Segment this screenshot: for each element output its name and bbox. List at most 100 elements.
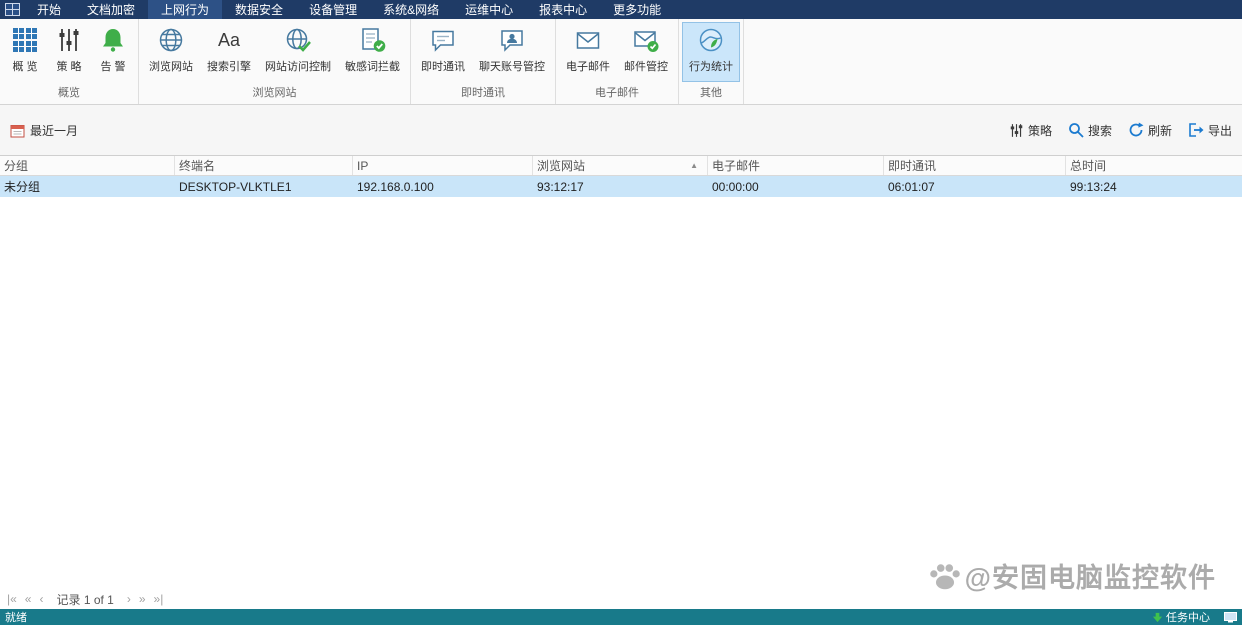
ribbon-group-browse: 浏览网站 Aa 搜索引擎 网站访问控制: [139, 19, 411, 104]
app-menu-button[interactable]: [0, 0, 24, 19]
column-header-terminal[interactable]: 终端名: [175, 156, 353, 175]
table-row[interactable]: 未分组 DESKTOP-VLKTLE1 192.168.0.100 93:12:…: [0, 176, 1242, 197]
cell-browse-time: 93:12:17: [533, 176, 708, 197]
toolbar-action-label: 导出: [1208, 122, 1232, 139]
toolbar-action-label: 刷新: [1148, 122, 1172, 139]
email-control-button[interactable]: 邮件管控: [617, 22, 675, 82]
tab-device-mgmt[interactable]: 设备管理: [296, 0, 370, 19]
statusbar-right: 任务中心: [1152, 609, 1237, 625]
status-ready-text: 就绪: [5, 609, 27, 625]
toolbar-action-label: 搜索: [1088, 122, 1112, 139]
site-access-globe-icon: [285, 27, 311, 53]
policy-sliders-icon: [56, 27, 82, 53]
alert-bell-icon: [100, 27, 126, 53]
policy-button[interactable]: 策 略: [47, 22, 91, 82]
pager-first-button[interactable]: |«: [7, 592, 17, 606]
ribbon-button-label: 即时通讯: [421, 58, 465, 74]
ribbon-button-label: 敏感词拦截: [345, 58, 400, 74]
overview-grid-icon: [12, 27, 38, 53]
ribbon-button-label: 浏览网站: [149, 58, 193, 74]
column-header-ip[interactable]: IP: [353, 156, 533, 175]
task-center-arrow-icon: [1152, 612, 1163, 623]
policy-sliders-icon: [1009, 123, 1024, 138]
search-engine-button[interactable]: Aa 搜索引擎: [200, 22, 258, 82]
date-range-filter[interactable]: 最近一月: [10, 122, 78, 139]
ribbon-button-label: 告 警: [100, 58, 125, 74]
svg-text:Aa: Aa: [218, 30, 241, 50]
ribbon-button-label: 策 略: [56, 58, 81, 74]
search-engine-font-icon: Aa: [216, 27, 242, 53]
pager-next-button[interactable]: ›: [127, 592, 131, 606]
app-menu-icon: [5, 3, 20, 16]
alert-button[interactable]: 告 警: [91, 22, 135, 82]
refresh-icon: [1128, 122, 1144, 138]
sensitive-word-doc-icon: [360, 27, 386, 53]
cell-im-time: 06:01:07: [884, 176, 1066, 197]
column-header-label: 浏览网站: [537, 157, 585, 174]
export-action-button[interactable]: 导出: [1188, 122, 1232, 139]
sensitive-word-block-button[interactable]: 敏感词拦截: [338, 22, 407, 82]
overview-button[interactable]: 概 览: [3, 22, 47, 82]
calendar-icon: [10, 123, 25, 138]
column-header-group[interactable]: 分组: [0, 156, 175, 175]
ribbon-group-label: 即时通讯: [414, 82, 552, 104]
statusbar: 就绪 任务中心: [0, 609, 1242, 625]
task-center-button[interactable]: 任务中心: [1152, 609, 1210, 625]
ribbon-button-label: 搜索引擎: [207, 58, 251, 74]
ribbon-button-label: 概 览: [12, 58, 37, 74]
search-action-button[interactable]: 搜索: [1068, 122, 1112, 139]
ribbon: 概 览 策 略 告 警 概览: [0, 19, 1242, 105]
pager-record-text: 记录 1 of 1: [56, 591, 113, 608]
column-header-label: 分组: [4, 157, 28, 174]
column-header-label: 终端名: [179, 157, 215, 174]
column-header-browse[interactable]: 浏览网站 ▲: [533, 156, 708, 175]
pager-prev-fast-button[interactable]: «: [25, 592, 32, 606]
site-access-control-button[interactable]: 网站访问控制: [258, 22, 338, 82]
pager-last-button[interactable]: »|: [154, 592, 164, 606]
tab-home[interactable]: 开始: [24, 0, 74, 19]
tab-web-behavior[interactable]: 上网行为: [148, 0, 222, 19]
email-button[interactable]: 电子邮件: [559, 22, 617, 82]
chat-account-icon: [499, 27, 525, 53]
sort-asc-icon[interactable]: ▲: [690, 161, 703, 170]
im-button[interactable]: 即时通讯: [414, 22, 472, 82]
pager-prev-button[interactable]: ‹: [39, 592, 43, 606]
cell-email-time: 00:00:00: [708, 176, 884, 197]
table-header: 分组 终端名 IP 浏览网站 ▲ 电子邮件 即时通讯 总时间: [0, 155, 1242, 176]
column-header-email[interactable]: 电子邮件: [708, 156, 884, 175]
tab-doc-encryption[interactable]: 文档加密: [74, 0, 148, 19]
date-filter-label: 最近一月: [30, 122, 78, 139]
table-empty-area: [0, 197, 1242, 589]
toolbar-actions: 策略 搜索 刷新 导出: [1009, 122, 1232, 139]
cell-group: 未分组: [0, 176, 175, 197]
tab-ops-center[interactable]: 运维中心: [452, 0, 526, 19]
pager-next-fast-button[interactable]: »: [139, 592, 146, 606]
ribbon-button-label: 行为统计: [689, 58, 733, 74]
tab-data-security[interactable]: 数据安全: [222, 0, 296, 19]
export-icon: [1188, 122, 1204, 138]
ribbon-group-other: 行为统计 其他: [679, 19, 744, 104]
cell-ip: 192.168.0.100: [353, 176, 533, 197]
cell-terminal: DESKTOP-VLKTLE1: [175, 176, 353, 197]
policy-action-button[interactable]: 策略: [1009, 122, 1052, 139]
behavior-stats-button[interactable]: 行为统计: [682, 22, 740, 82]
chat-account-control-button[interactable]: 聊天账号管控: [472, 22, 552, 82]
browse-website-button[interactable]: 浏览网站: [142, 22, 200, 82]
column-header-total[interactable]: 总时间: [1066, 156, 1242, 175]
titlebar: 开始 文档加密 上网行为 数据安全 设备管理 系统&网络 运维中心 报表中心 更…: [0, 0, 1242, 19]
refresh-action-button[interactable]: 刷新: [1128, 122, 1172, 139]
ribbon-group-overview: 概 览 策 略 告 警 概览: [0, 19, 139, 104]
ribbon-group-email: 电子邮件 邮件管控 电子邮件: [556, 19, 679, 104]
tab-system-network[interactable]: 系统&网络: [370, 0, 452, 19]
im-chat-icon: [430, 27, 456, 53]
ribbon-group-label: 概览: [3, 82, 135, 104]
filter-toolbar: 最近一月 策略 搜索 刷新: [0, 105, 1242, 155]
toolbar-action-label: 策略: [1028, 122, 1052, 139]
email-control-icon: [633, 27, 659, 53]
ribbon-button-label: 邮件管控: [624, 58, 668, 74]
tab-report-center[interactable]: 报表中心: [526, 0, 600, 19]
taskbar-monitor-icon[interactable]: [1224, 612, 1237, 623]
tab-more-features[interactable]: 更多功能: [600, 0, 674, 19]
column-header-im[interactable]: 即时通讯: [884, 156, 1066, 175]
behavior-stats-icon: [698, 27, 724, 53]
